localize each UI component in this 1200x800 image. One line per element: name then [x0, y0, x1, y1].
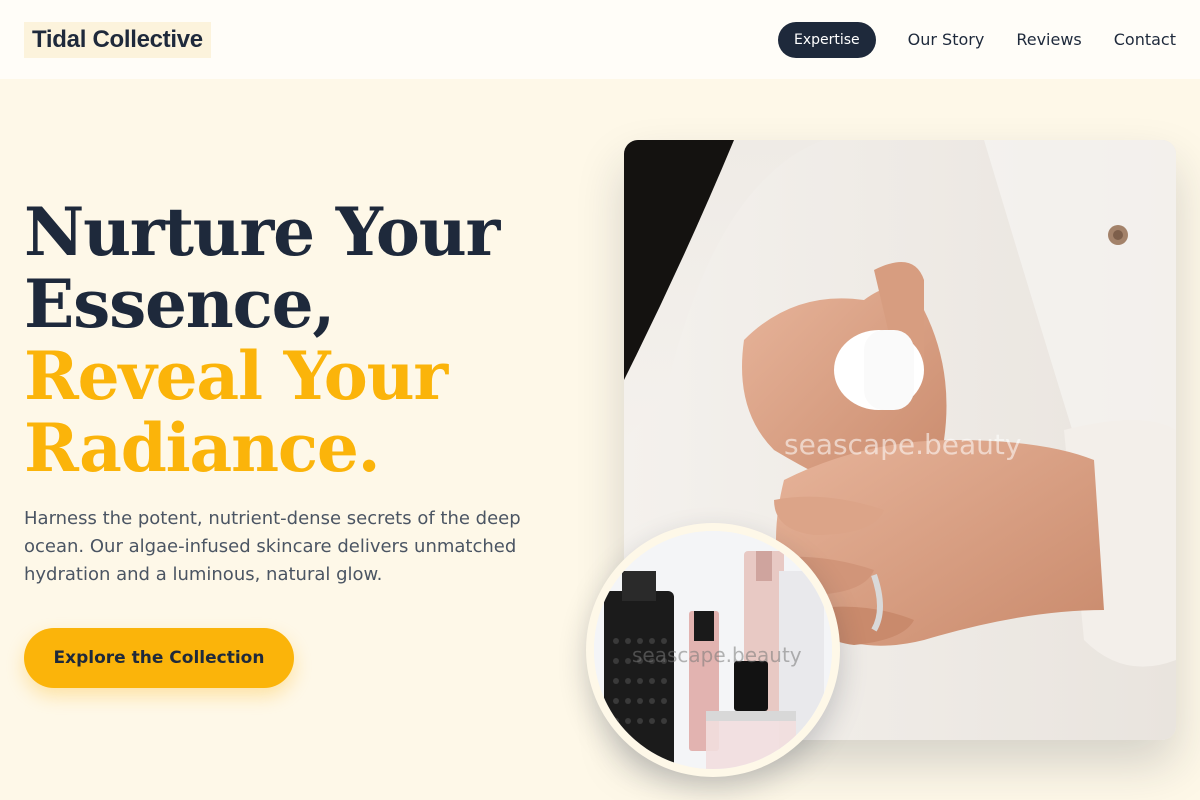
- hero-title-line-1: Nurture Your: [24, 193, 500, 271]
- site-header: Tidal Collective Expertise Our Story Rev…: [0, 0, 1200, 79]
- nav-link-our-story[interactable]: Our Story: [908, 30, 985, 49]
- nav-link-expertise[interactable]: Expertise: [777, 21, 876, 58]
- hero-title: Nurture Your Essence, Reveal Your Radian…: [24, 196, 584, 484]
- image-watermark: seascape.beauty: [784, 428, 1022, 461]
- product-bottles-photo: seascape.beauty: [594, 531, 832, 769]
- explore-collection-button[interactable]: Explore the Collection: [24, 628, 294, 688]
- hero-title-line-2: Essence,: [24, 265, 335, 343]
- hero-title-line-3: Reveal Your: [24, 337, 448, 415]
- brand-logo[interactable]: Tidal Collective: [24, 21, 211, 58]
- product-circle-image: seascape.beauty: [586, 523, 840, 777]
- hero-description: Harness the potent, nutrient-dense secre…: [24, 508, 521, 585]
- nav-link-contact[interactable]: Contact: [1114, 30, 1176, 49]
- hero-title-line-4: Radiance.: [24, 409, 381, 487]
- nav-link-reviews[interactable]: Reviews: [1016, 30, 1081, 49]
- main-nav: Expertise Our Story Reviews Contact: [777, 21, 1176, 58]
- circle-image-watermark: seascape.beauty: [632, 643, 802, 667]
